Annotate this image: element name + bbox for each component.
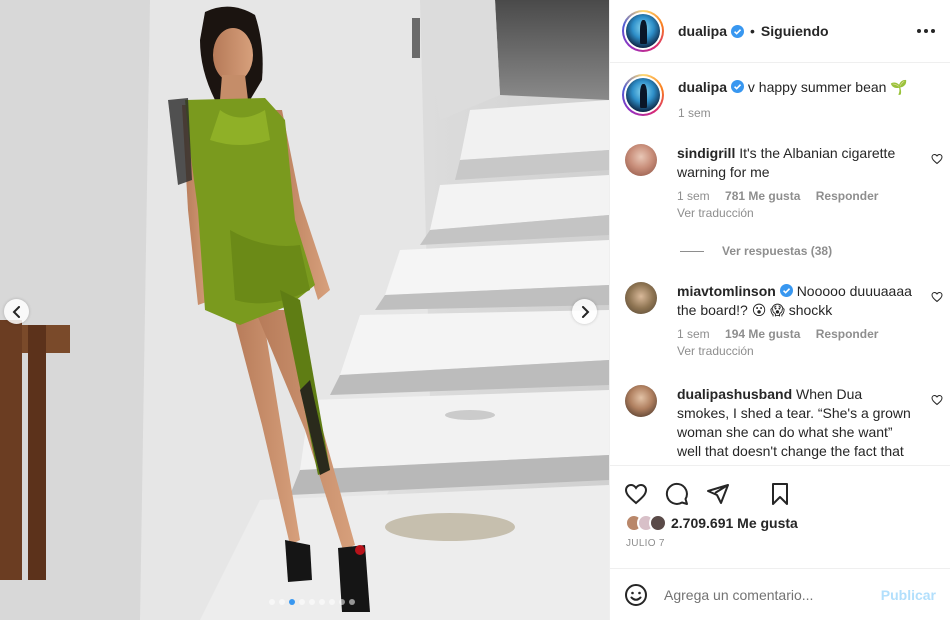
comment-avatar[interactable] xyxy=(625,282,657,314)
bookmark-icon[interactable] xyxy=(768,482,792,506)
avatar[interactable] xyxy=(622,10,664,52)
heart-icon[interactable] xyxy=(931,291,943,303)
heart-icon[interactable] xyxy=(624,482,648,506)
chevron-right-icon xyxy=(581,305,589,318)
carousel-dot xyxy=(318,599,325,605)
post-photo xyxy=(0,0,609,620)
comment-icon[interactable] xyxy=(665,482,689,506)
caption-username[interactable]: dualipa xyxy=(678,79,727,95)
comment-username[interactable]: miavtomlinson xyxy=(677,283,776,299)
comments-list[interactable]: dualipa v happy summer bean 🌱 1 sem sind… xyxy=(610,64,950,465)
carousel-next-button[interactable] xyxy=(572,299,597,324)
carousel-dot xyxy=(288,599,295,605)
comment-username[interactable]: sindigrill xyxy=(677,145,735,161)
share-icon[interactable] xyxy=(706,482,730,506)
comment-username[interactable]: dualipashusband xyxy=(677,386,792,402)
comment-avatar[interactable] xyxy=(625,144,657,176)
post-panel: dualipa • Siguiendo dualipa v happy summ… xyxy=(609,0,950,620)
heart-icon[interactable] xyxy=(931,394,943,406)
comment-form: Publicar xyxy=(610,568,950,620)
comment-item: miavtomlinson Nooooo duuuaaaa the board!… xyxy=(625,282,945,360)
carousel-dot xyxy=(328,599,335,605)
chevron-left-icon xyxy=(12,305,20,318)
post-date: JULIO 7 xyxy=(626,538,665,549)
comment-item: dualipashusband When Dua smokes, I shed … xyxy=(625,385,945,465)
verified-icon xyxy=(779,284,793,297)
comment-item: sindigrill It's the Albanian cigarette w… xyxy=(625,144,945,222)
caption-text: v happy summer bean 🌱 xyxy=(747,79,908,95)
comment-likes[interactable]: 781 Me gusta xyxy=(725,189,800,203)
header-bullet: • xyxy=(750,23,755,39)
caption-avatar[interactable] xyxy=(622,74,664,116)
liker-avatars xyxy=(625,514,667,532)
comment-avatar[interactable] xyxy=(625,385,657,417)
header-username[interactable]: dualipa xyxy=(678,23,727,39)
comment-input[interactable] xyxy=(664,586,864,603)
likes-summary[interactable]: 2.709.691 Me gusta xyxy=(625,514,798,532)
likes-count[interactable]: 2.709.691 Me gusta xyxy=(671,515,798,531)
post-header: dualipa • Siguiendo xyxy=(610,0,950,63)
comment-time: 1 sem xyxy=(677,189,710,203)
follow-button[interactable]: Siguiendo xyxy=(761,23,829,39)
view-replies-label: Ver respuestas (38) xyxy=(722,244,833,258)
carousel-dot xyxy=(338,599,345,605)
reply-button[interactable]: Responder xyxy=(816,327,879,341)
publish-button[interactable]: Publicar xyxy=(881,587,936,603)
more-icon[interactable] xyxy=(914,29,938,33)
caption: dualipa v happy summer bean 🌱 1 sem xyxy=(622,74,908,122)
heart-icon[interactable] xyxy=(931,153,943,165)
reply-button[interactable]: Responder xyxy=(816,189,879,203)
carousel-dot xyxy=(298,599,305,605)
carousel-dots xyxy=(0,599,609,605)
carousel-dot xyxy=(278,599,285,605)
verified-icon xyxy=(731,24,745,38)
carousel-prev-button[interactable] xyxy=(4,299,29,324)
carousel-dot xyxy=(348,599,355,605)
view-replies-button[interactable]: Ver respuestas (38) xyxy=(680,244,832,258)
comment-likes[interactable]: 194 Me gusta xyxy=(725,327,800,341)
translate-link[interactable]: Ver traducción xyxy=(677,343,917,360)
post-media[interactable] xyxy=(0,0,609,620)
translate-link[interactable]: Ver traducción xyxy=(677,205,917,222)
caption-time: 1 sem xyxy=(678,106,711,120)
post-actions: 2.709.691 Me gusta JULIO 7 xyxy=(610,465,950,568)
carousel-dot xyxy=(308,599,315,605)
comment-time: 1 sem xyxy=(677,327,710,341)
verified-icon xyxy=(731,80,745,93)
carousel-dot xyxy=(268,599,275,605)
emoji-icon[interactable] xyxy=(624,583,648,607)
